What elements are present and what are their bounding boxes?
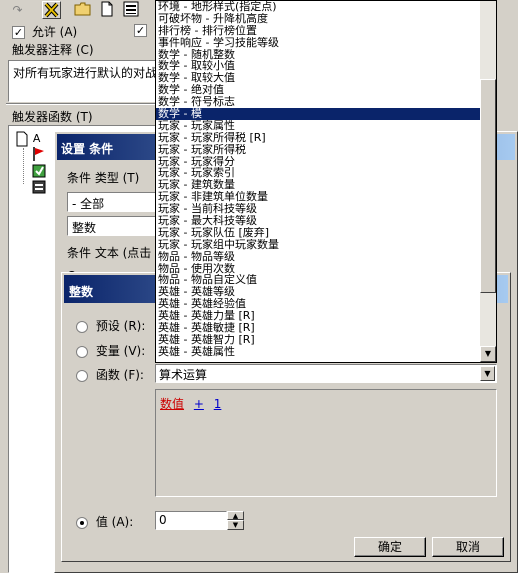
- function-radio[interactable]: [76, 369, 88, 382]
- dropdown-item[interactable]: 英雄 - 英雄敏捷 [R]: [156, 322, 480, 334]
- dropdown-item[interactable]: 英雄 - 英雄经验值: [156, 298, 480, 310]
- cancel-button[interactable]: 取消: [432, 537, 504, 557]
- condition-text-label: 条件 文本 (点击: [67, 246, 152, 260]
- comment-text: 对所有玩家进行默认的对战: [13, 66, 158, 80]
- dropdown-item[interactable]: 英雄 - 英雄力量 [R]: [156, 310, 480, 322]
- scroll-thumb[interactable]: [480, 79, 496, 293]
- category-value: - 全部: [72, 197, 105, 211]
- preset-radio[interactable]: [76, 320, 88, 333]
- redo-icon[interactable]: ↷: [8, 1, 27, 19]
- type-value: 整数: [72, 221, 97, 235]
- expression-operator[interactable]: +: [194, 397, 204, 411]
- dropdown-item[interactable]: 数学 - 模: [156, 108, 480, 120]
- dropdown-item[interactable]: 玩家 - 玩家组中玩家数量: [156, 239, 480, 251]
- value-option[interactable]: 值 (A):: [76, 513, 133, 530]
- dropdown-item[interactable]: 数学 - 绝对值: [156, 84, 480, 96]
- function-dropdown-list[interactable]: 环境 - 地形样式(指定点) 可破坏物 - 升降机高度 排行榜 - 排行榜位置 事件响…: [155, 0, 497, 363]
- allow-row: ✓ 允许 (A): [12, 23, 77, 40]
- dropdown-item[interactable]: 数学 - 取较大值: [156, 72, 480, 84]
- comment-field[interactable]: 对所有玩家进行默认的对战: [8, 60, 160, 102]
- expression-operand-2[interactable]: 1: [214, 397, 222, 411]
- dropdown-item[interactable]: 数学 - 随机整数: [156, 49, 480, 61]
- divider: [6, 103, 160, 105]
- dropdown-item[interactable]: 玩家 - 玩家属性: [156, 120, 480, 132]
- expression-operand-1[interactable]: 数值: [160, 397, 184, 411]
- dropdown-item[interactable]: 玩家 - 玩家队伍 [废弃]: [156, 227, 480, 239]
- dropdown-item[interactable]: 玩家 - 建筑数量: [156, 179, 480, 191]
- delete-icon[interactable]: [42, 1, 61, 19]
- dropdown-item[interactable]: 物品 - 使用次数: [156, 263, 480, 275]
- allow-checkbox[interactable]: ✓: [12, 26, 25, 39]
- preset-option[interactable]: 预设 (R):: [76, 317, 145, 334]
- folder-icon[interactable]: [74, 1, 93, 19]
- value-spinner-up[interactable]: ▲: [227, 511, 244, 520]
- dropdown-item[interactable]: 玩家 - 玩家得分: [156, 156, 480, 168]
- function-option[interactable]: 函数 (F):: [76, 366, 144, 383]
- comment-label: 触发器注释 (C): [12, 43, 94, 57]
- integer-dialog-title: 整数: [69, 285, 94, 299]
- dropdown-item[interactable]: 物品 - 物品自定义值: [156, 274, 480, 286]
- dropdown-item[interactable]: 玩家 - 最大科技等级: [156, 215, 480, 227]
- function-label: 函数 (F):: [95, 368, 144, 382]
- list-icon[interactable]: [122, 1, 141, 19]
- document-icon: [15, 131, 29, 150]
- functions-label: 触发器函数 (T): [12, 110, 93, 124]
- value-input-text: 0: [159, 513, 167, 527]
- dropdown-item[interactable]: 环境 - 地形样式(指定点): [156, 1, 480, 13]
- type-select[interactable]: 整数: [67, 216, 167, 236]
- dropdown-item[interactable]: 物品 - 物品等级: [156, 251, 480, 263]
- condition-type-label: 条件 类型 (T): [67, 171, 140, 185]
- dropdown-item[interactable]: 排行榜 - 排行榜位置: [156, 25, 480, 37]
- dropdown-scrollbar[interactable]: ▼: [480, 1, 496, 362]
- action-icon: [31, 179, 47, 198]
- allow-label: 允许 (A): [31, 25, 78, 39]
- function-select[interactable]: 算术运算 ▼: [155, 364, 497, 383]
- ok-button[interactable]: 确定: [354, 537, 426, 557]
- dropdown-item[interactable]: 英雄 - 英雄等级: [156, 286, 480, 298]
- dropdown-item[interactable]: 数学 - 取较小值: [156, 60, 480, 72]
- dropdown-item[interactable]: 玩家 - 玩家所得税 [R]: [156, 132, 480, 144]
- value-spinner-down[interactable]: ▼: [227, 520, 244, 530]
- variable-label: 变量 (V):: [95, 344, 146, 358]
- variable-radio[interactable]: [76, 345, 88, 358]
- dropdown-items: 环境 - 地形样式(指定点) 可破坏物 - 升降机高度 排行榜 - 排行榜位置 事件响…: [156, 1, 480, 362]
- dropdown-item[interactable]: 玩家 - 非建筑单位数量: [156, 191, 480, 203]
- expression-area: 数值 + 1: [155, 389, 497, 497]
- tree-root-label: A: [32, 132, 41, 145]
- value-input[interactable]: 0: [155, 511, 227, 530]
- dropdown-item[interactable]: 数学 - 符号标志: [156, 96, 480, 108]
- new-document-icon[interactable]: [98, 1, 117, 19]
- tree-line: [23, 148, 24, 184]
- dropdown-item[interactable]: 英雄 - 英雄智力 [R]: [156, 334, 480, 346]
- value-radio[interactable]: [76, 516, 88, 529]
- dropdown-item[interactable]: 事件响应 - 学习技能等级: [156, 37, 480, 49]
- function-dropdown-button[interactable]: ▼: [480, 366, 495, 381]
- dropdown-item[interactable]: 玩家 - 当前科技等级: [156, 203, 480, 215]
- scroll-down-button[interactable]: ▼: [480, 346, 496, 362]
- dropdown-item[interactable]: 英雄 - 英雄属性: [156, 346, 480, 358]
- value-label: 值 (A):: [95, 515, 134, 529]
- condition-dialog-title: 设置 条件: [61, 142, 114, 156]
- dropdown-item[interactable]: 玩家 - 玩家所得税: [156, 144, 480, 156]
- second-checkbox[interactable]: ✓: [134, 23, 147, 37]
- ok-label: 确定: [377, 540, 402, 554]
- function-value: 算术运算: [159, 368, 208, 382]
- category-select[interactable]: - 全部: [67, 192, 167, 212]
- preset-label: 预设 (R):: [95, 319, 146, 333]
- dropdown-item[interactable]: 可破坏物 - 升降机高度: [156, 13, 480, 25]
- dropdown-item[interactable]: 玩家 - 玩家索引: [156, 167, 480, 179]
- variable-option[interactable]: 变量 (V):: [76, 342, 145, 359]
- cancel-label: 取消: [455, 540, 480, 554]
